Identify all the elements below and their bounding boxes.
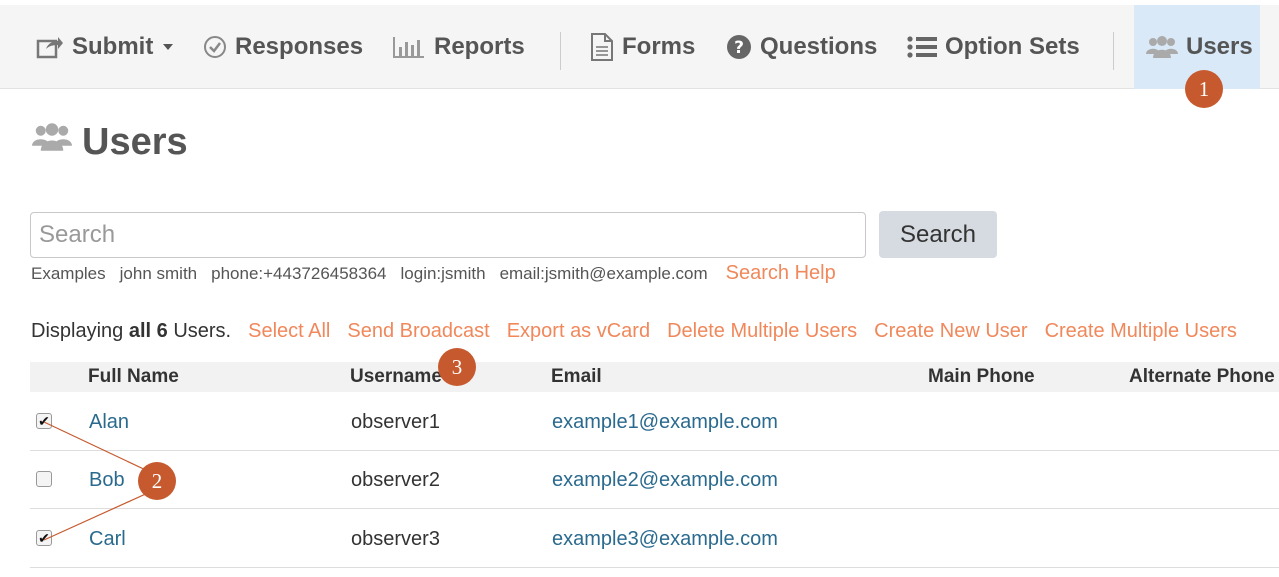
table-row: Bob observer2 example2@example.com xyxy=(30,451,1279,509)
share-icon xyxy=(36,35,64,59)
nav-submit-label: Submit xyxy=(72,33,154,60)
user-name-link[interactable]: Carl xyxy=(89,510,126,568)
user-name-link[interactable]: Bob xyxy=(89,451,125,509)
listing-count: Displaying all 6 Users. xyxy=(31,320,231,343)
username-cell: observer1 xyxy=(351,411,440,433)
users-icon xyxy=(32,120,72,164)
example-item: login:jsmith xyxy=(400,264,486,283)
chevron-down-icon xyxy=(163,44,174,50)
nav-divider xyxy=(1113,32,1114,70)
listing-all: all 6 xyxy=(128,320,168,342)
table-header: Full Name Username Email Main Phone Alte… xyxy=(30,362,1279,392)
row-checkbox[interactable] xyxy=(36,471,52,487)
nav-option-sets[interactable]: Option Sets xyxy=(907,5,1080,89)
nav-questions-label: Questions xyxy=(760,33,878,60)
row-checkbox[interactable]: ✔ xyxy=(36,530,52,546)
row-checkbox[interactable]: ✔ xyxy=(36,413,52,429)
check-circle-icon xyxy=(203,35,227,59)
top-navigation: Submit Responses Reports Forms ? Questio… xyxy=(0,5,1279,89)
search-examples: Examples john smith phone:+443726458364 … xyxy=(31,262,836,285)
email-link[interactable]: example1@example.com xyxy=(552,393,778,451)
search-input[interactable] xyxy=(30,212,866,258)
email-link[interactable]: example3@example.com xyxy=(552,510,778,568)
page-title-text: Users xyxy=(82,120,188,163)
column-header-username[interactable]: Username xyxy=(350,362,442,392)
bar-chart-icon xyxy=(392,35,426,59)
list-icon xyxy=(907,35,937,59)
nav-divider xyxy=(560,32,561,70)
column-header-email[interactable]: Email xyxy=(551,362,602,392)
search-help-link[interactable]: Search Help xyxy=(726,262,836,285)
example-item: john smith xyxy=(119,264,198,283)
username-cell: observer3 xyxy=(351,528,440,550)
question-circle-icon: ? xyxy=(726,34,752,60)
nav-responses[interactable]: Responses xyxy=(203,5,363,89)
nav-questions[interactable]: ? Questions xyxy=(726,5,877,89)
annotation-badge-2: 2 xyxy=(138,462,176,500)
examples-label: Examples xyxy=(31,264,106,283)
checkmark-icon: ✔ xyxy=(38,530,50,546)
annotation-badge-3: 3 xyxy=(438,348,476,386)
listing-toolbar: Displaying all 6 Users. Select All Send … xyxy=(31,320,1237,343)
users-icon xyxy=(1146,34,1178,60)
table-row: ✔ Alan observer1 example1@example.com xyxy=(30,393,1279,451)
column-header-full-name[interactable]: Full Name xyxy=(88,362,179,392)
nav-responses-label: Responses xyxy=(235,33,364,60)
nav-reports[interactable]: Reports xyxy=(392,5,525,89)
nav-users-label: Users xyxy=(1186,33,1253,60)
table-row: ✔ Carl observer3 example3@example.com xyxy=(30,510,1279,568)
delete-multiple-users-link[interactable]: Delete Multiple Users xyxy=(667,320,857,343)
checkmark-icon: ✔ xyxy=(38,413,50,429)
nav-submit[interactable]: Submit xyxy=(36,5,174,89)
example-item: phone:+443726458364 xyxy=(211,264,387,283)
search-button[interactable]: Search xyxy=(879,211,997,258)
example-item: email:jsmith@example.com xyxy=(499,264,708,283)
nav-option-sets-label: Option Sets xyxy=(945,33,1080,60)
username-cell: observer2 xyxy=(351,469,440,491)
column-header-main-phone[interactable]: Main Phone xyxy=(928,362,1035,392)
nav-forms-label: Forms xyxy=(622,33,696,60)
svg-text:?: ? xyxy=(734,38,744,58)
listing-prefix: Displaying xyxy=(31,320,124,342)
page-title: Users xyxy=(32,120,188,164)
listing-suffix: Users. xyxy=(173,320,232,342)
annotation-badge-1: 1 xyxy=(1185,70,1223,108)
create-multiple-users-link[interactable]: Create Multiple Users xyxy=(1045,320,1237,343)
user-name-link[interactable]: Alan xyxy=(89,393,129,451)
nav-forms[interactable]: Forms xyxy=(590,5,695,89)
export-vcard-link[interactable]: Export as vCard xyxy=(507,320,650,343)
nav-reports-label: Reports xyxy=(434,33,525,60)
document-icon xyxy=(590,32,614,62)
select-all-link[interactable]: Select All xyxy=(248,320,330,343)
send-broadcast-link[interactable]: Send Broadcast xyxy=(347,320,489,343)
column-header-alternate-phone[interactable]: Alternate Phone xyxy=(1129,362,1275,392)
create-new-user-link[interactable]: Create New User xyxy=(874,320,1027,343)
email-link[interactable]: example2@example.com xyxy=(552,451,778,509)
